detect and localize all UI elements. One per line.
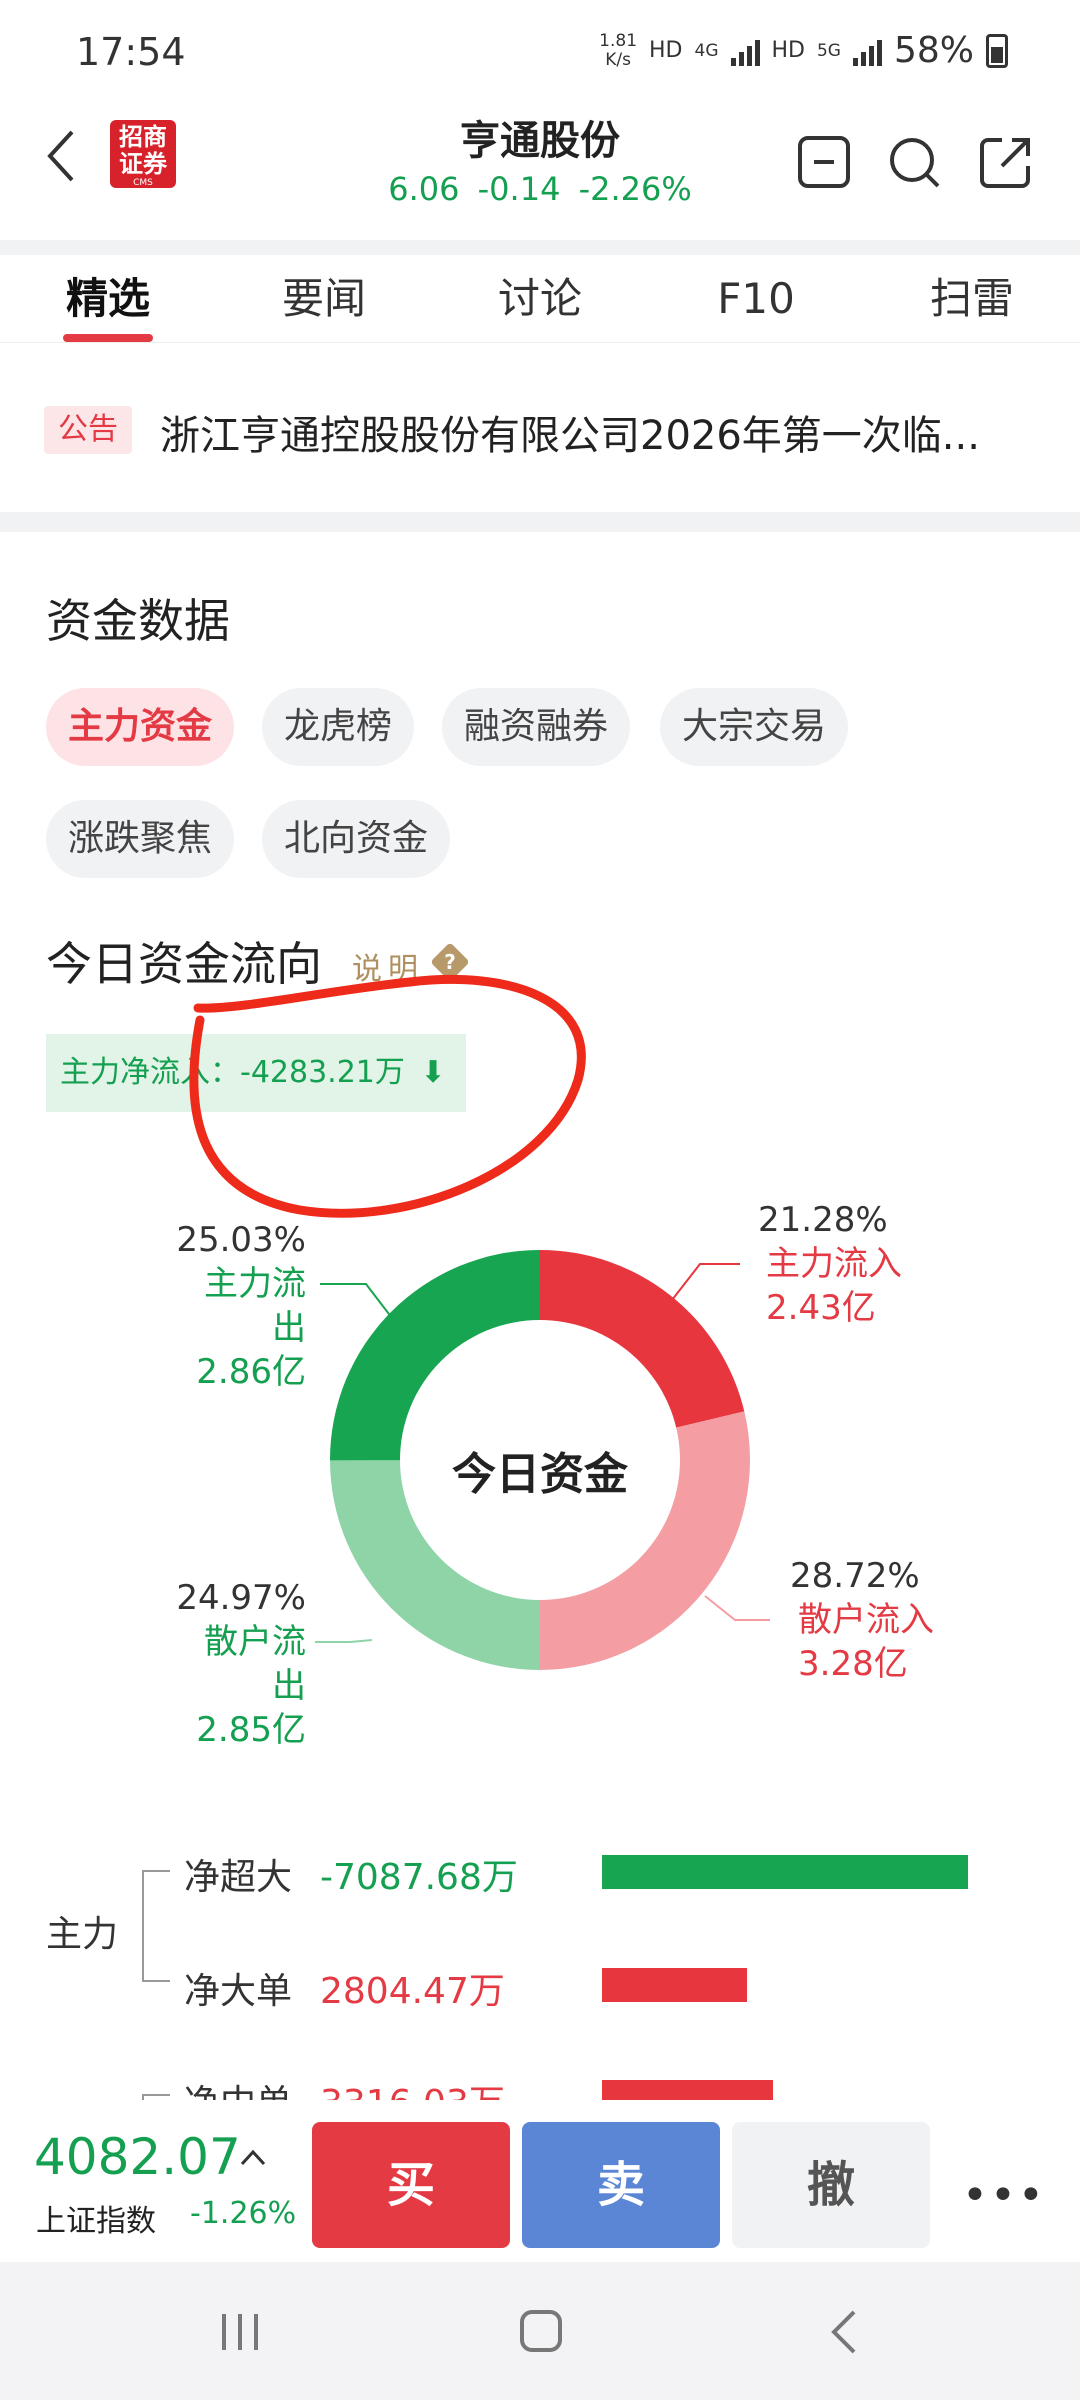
donut-label-retail-outflow: 24.97% 散户流出 2.85亿 bbox=[176, 1576, 306, 1752]
bar-large bbox=[602, 1968, 747, 2002]
battery-icon bbox=[986, 33, 1008, 68]
net-speed: 1.81 K/s bbox=[599, 30, 638, 70]
bracket-line bbox=[142, 1870, 170, 1982]
retail-outflow-percent: 24.97% bbox=[176, 1578, 306, 1618]
bar-super-large bbox=[602, 1855, 968, 1889]
donut-segment-0 bbox=[540, 1250, 745, 1428]
net-speed-value: 1.81 bbox=[599, 30, 638, 51]
cancel-order-button[interactable]: 撤 bbox=[732, 2122, 930, 2248]
filter-margin[interactable]: 融资融券 bbox=[442, 688, 631, 766]
donut-center-label: 今日资金 bbox=[452, 1449, 628, 1500]
hd-badge: HD bbox=[649, 38, 683, 63]
hand-drawn-circle-annotation bbox=[189, 975, 586, 1218]
main-outflow-amount: 2.86亿 bbox=[196, 1352, 306, 1392]
retail-inflow-name: 散户流入 bbox=[798, 1600, 934, 1640]
tab-featured[interactable]: 精选 bbox=[0, 255, 216, 342]
hd-badge-2: HD bbox=[771, 38, 805, 63]
5g-label: 5G bbox=[816, 40, 841, 61]
tab-f10[interactable]: F10 bbox=[648, 255, 864, 342]
index-change: -1.26% bbox=[190, 2196, 297, 2231]
share-icon[interactable] bbox=[978, 134, 1034, 190]
4g-label: 4G bbox=[694, 40, 719, 61]
status-icons: 1.81 K/s HD 4G HD 5G 58% bbox=[599, 30, 1008, 71]
retail-inflow-amount: 3.28亿 bbox=[798, 1644, 908, 1684]
breakdown-group-label: 主力 bbox=[46, 1914, 119, 1955]
main-inflow-percent: 21.28% bbox=[758, 1200, 888, 1240]
announcement-tag: 公告 bbox=[44, 406, 132, 454]
tab-risk-scan[interactable]: 扫雷 bbox=[864, 255, 1080, 342]
retail-outflow-name: 散户流出 bbox=[204, 1622, 306, 1706]
net-speed-unit: K/s bbox=[605, 49, 631, 70]
filter-block-trade[interactable]: 大宗交易 bbox=[660, 688, 849, 766]
tab-bar: 精选 要闻 讨论 F10 扫雷 bbox=[0, 255, 1080, 343]
filter-main-capital[interactable]: 主力资金 bbox=[46, 688, 235, 766]
sell-button[interactable]: 卖 bbox=[522, 2122, 720, 2248]
filter-limit-focus[interactable]: 涨跌聚焦 bbox=[46, 800, 235, 878]
divider bbox=[0, 240, 1080, 255]
battery-percent: 58% bbox=[893, 30, 974, 71]
section-title: 资金数据 bbox=[46, 594, 230, 648]
index-value[interactable]: 4082.07 bbox=[34, 2128, 241, 2186]
index-name: 上证指数 bbox=[36, 2204, 156, 2239]
tab-news[interactable]: 要闻 bbox=[216, 255, 432, 342]
signal-icon bbox=[730, 36, 760, 66]
more-icon[interactable]: ••• bbox=[962, 2170, 1046, 2221]
row-value-large: 2804.47万 bbox=[320, 1971, 505, 2012]
filter-dragon-tiger[interactable]: 龙虎榜 bbox=[262, 688, 415, 766]
tab-discussion[interactable]: 讨论 bbox=[432, 255, 648, 342]
signal-icon-2 bbox=[852, 36, 882, 66]
retail-outflow-amount: 2.85亿 bbox=[196, 1710, 306, 1750]
donut-label-main-outflow: 25.03% 主力流出 2.86亿 bbox=[176, 1218, 306, 1394]
main-outflow-percent: 25.03% bbox=[176, 1220, 306, 1260]
buy-button[interactable]: 买 bbox=[312, 2122, 510, 2248]
nav-back-icon[interactable] bbox=[826, 2308, 862, 2356]
row-name-super-large: 净超大 bbox=[184, 1857, 293, 1898]
chevron-up-icon[interactable] bbox=[236, 2140, 270, 2174]
donut-label-retail-inflow: 28.72% 散户流入 3.28亿 bbox=[790, 1554, 934, 1686]
retail-inflow-percent: 28.72% bbox=[790, 1556, 920, 1596]
donut-label-main-inflow: 21.28% 主力流入 2.43亿 bbox=[758, 1198, 902, 1330]
search-icon[interactable] bbox=[886, 134, 942, 190]
row-value-super-large: -7087.68万 bbox=[320, 1857, 518, 1898]
row-name-large: 净大单 bbox=[184, 1971, 293, 2012]
recent-apps-icon[interactable] bbox=[218, 2310, 262, 2354]
announcement-link[interactable]: 浙江亨通控股股份有限公司2026年第一次临... bbox=[160, 403, 1040, 461]
remove-watchlist-icon[interactable] bbox=[796, 134, 852, 190]
status-time: 17:54 bbox=[76, 30, 186, 74]
donut-segment-3 bbox=[330, 1250, 540, 1461]
home-icon[interactable] bbox=[520, 2310, 562, 2352]
filter-northbound[interactable]: 北向资金 bbox=[262, 800, 451, 878]
main-inflow-amount: 2.43亿 bbox=[766, 1288, 876, 1328]
divider bbox=[0, 512, 1080, 532]
main-outflow-name: 主力流出 bbox=[204, 1264, 306, 1348]
main-inflow-name: 主力流入 bbox=[766, 1244, 902, 1284]
